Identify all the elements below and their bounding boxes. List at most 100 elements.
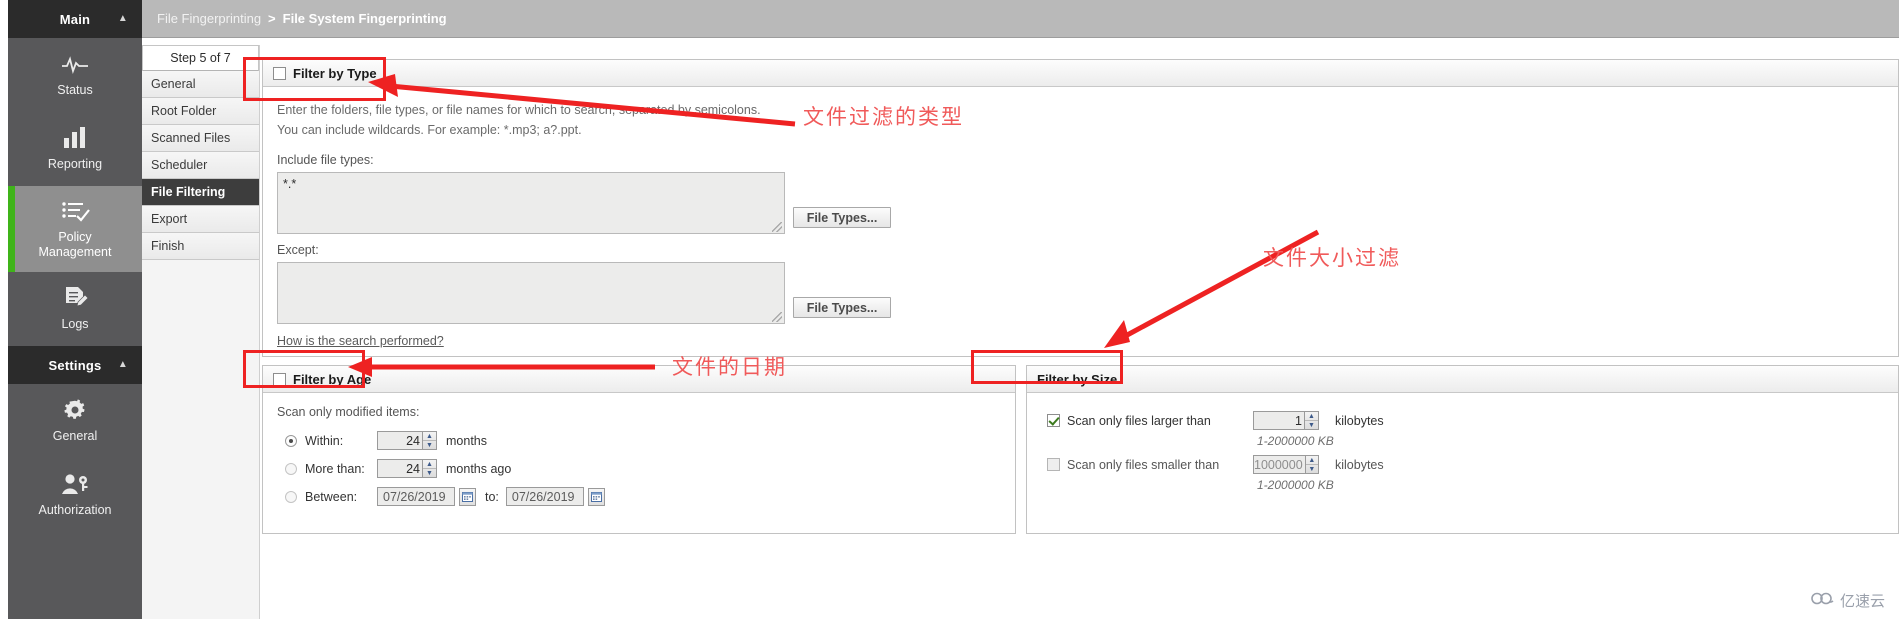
filter-by-size-title: Filter by Size <box>1037 371 1118 387</box>
sidebar-item-policy-management[interactable]: Policy Management <box>8 186 142 272</box>
calendar-icon[interactable] <box>459 487 476 506</box>
wizard-panel-area: Filter by Type Enter the folders, file t… <box>260 45 1899 619</box>
age-between-to-label: to: <box>485 489 499 504</box>
except-file-types-textarea[interactable] <box>277 262 785 324</box>
size-larger-than-unit: kilobytes <box>1335 413 1384 428</box>
resize-grip-icon[interactable] <box>772 222 782 232</box>
step-tab-export[interactable]: Export <box>142 206 259 233</box>
age-within-months-stepper[interactable]: 24 ▲ ▼ <box>377 431 437 450</box>
breadcrumb-current: File System Fingerprinting <box>282 11 447 26</box>
sidebar-group-settings-label: Settings <box>48 357 102 373</box>
age-option-more-than-label: More than: <box>305 461 365 476</box>
age-more-than-months-stepper[interactable]: 24 ▲ ▼ <box>377 459 437 478</box>
sidebar-item-logs-label: Logs <box>61 317 89 332</box>
annotation-text-filter-by-age: 文件的日期 <box>672 355 787 379</box>
stepper-arrows-icon[interactable]: ▲ ▼ <box>1304 456 1318 473</box>
step-tab-file-filtering[interactable]: File Filtering <box>142 179 259 206</box>
filter-by-type-hint-line2: You can include wildcards. For example: … <box>277 123 582 137</box>
include-file-types-textarea[interactable]: *.* <box>277 172 785 234</box>
filter-by-age-header[interactable]: Filter by Age <box>263 366 1015 393</box>
step-tab-general[interactable]: General <box>142 71 259 98</box>
filter-by-type-group: Filter by Type Enter the folders, file t… <box>262 59 1899 357</box>
cloud-icon <box>1811 591 1835 610</box>
age-between-date-to-field[interactable]: 07/26/2019 <box>505 487 584 506</box>
filter-by-size-header[interactable]: Filter by Size <box>1027 366 1898 393</box>
app-root: Main ▲ Status Reporting Policy Managemen… <box>0 0 1899 619</box>
watermark-text: 亿速云 <box>1839 592 1885 610</box>
age-between-date-from-value: 07/26/2019 <box>383 489 446 504</box>
size-smaller-than-checkbox[interactable] <box>1047 458 1060 471</box>
filter-by-type-header[interactable]: Filter by Type <box>263 60 1898 87</box>
age-option-within-radio[interactable] <box>285 434 297 447</box>
sidebar-item-reporting[interactable]: Reporting <box>8 112 142 186</box>
include-file-types-label: Include file types: <box>277 153 374 167</box>
age-option-more-than-radio[interactable] <box>285 462 297 475</box>
breadcrumb-root[interactable]: File Fingerprinting <box>157 11 261 26</box>
size-smaller-than-label: Scan only files smaller than <box>1067 457 1220 472</box>
step-tab-scanned-files[interactable]: Scanned Files <box>142 125 259 152</box>
sidebar-group-main-label: Main <box>59 11 91 27</box>
sidebar-item-status-label: Status <box>57 83 93 98</box>
age-more-than-months-value: 24 <box>406 461 420 476</box>
filter-by-type-title: Filter by Type <box>293 65 377 81</box>
filter-by-age-subtitle: Scan only modified items: <box>277 405 420 419</box>
age-option-within-label: Within: <box>305 433 344 448</box>
stepper-arrows-icon[interactable]: ▲ ▼ <box>422 460 436 477</box>
age-within-suffix: months <box>446 433 487 448</box>
size-larger-than-label: Scan only files larger than <box>1067 413 1211 428</box>
bar-chart-icon <box>61 126 89 152</box>
step-tab-root-folder[interactable]: Root Folder <box>142 98 259 125</box>
size-larger-than-row: Scan only files larger than 1 ▲ ▼ kilobyt… <box>1047 411 1384 430</box>
calendar-icon[interactable] <box>587 487 605 506</box>
size-larger-than-stepper[interactable]: 1 ▲ ▼ <box>1253 411 1319 430</box>
except-file-types-button[interactable]: File Types... <box>793 297 891 318</box>
except-file-types-label: Except: <box>277 243 319 257</box>
size-smaller-than-value: 1000000 <box>1254 457 1303 472</box>
annotation-text-filter-by-size: 文件大小过滤 <box>1263 246 1401 270</box>
age-option-between-label: Between: <box>305 489 358 504</box>
size-smaller-than-unit: kilobytes <box>1335 457 1384 472</box>
include-file-types-button[interactable]: File Types... <box>793 207 891 228</box>
step-list-filler <box>142 260 259 619</box>
filter-by-age-checkbox[interactable] <box>273 372 286 386</box>
stepper-arrows-icon[interactable]: ▲ ▼ <box>1304 412 1318 429</box>
sidebar-item-logs[interactable]: Logs <box>8 272 142 346</box>
age-option-more-than-row: More than: 24 ▲ ▼ months ago <box>285 459 511 478</box>
checklist-icon <box>60 199 90 225</box>
how-search-performed-link[interactable]: How is the search performed? <box>277 334 444 348</box>
sidebar-group-settings[interactable]: Settings ▲ <box>8 346 142 384</box>
include-file-types-value: *.* <box>283 177 297 191</box>
size-larger-than-range: 1-2000000 KB <box>1257 434 1334 448</box>
size-smaller-than-row: Scan only files smaller than 1000000 ▲ ▼ … <box>1047 455 1384 474</box>
filter-by-type-checkbox[interactable] <box>273 66 286 80</box>
sidebar-item-authorization-label: Authorization <box>38 503 112 518</box>
sidebar-group-main[interactable]: Main ▲ <box>8 0 142 38</box>
sidebar-item-general[interactable]: General <box>8 384 142 458</box>
sidebar-item-status[interactable]: Status <box>8 38 142 112</box>
age-option-between-radio[interactable] <box>285 490 297 503</box>
document-edit-icon <box>61 286 89 312</box>
wizard-step-list: Step 5 of 7 General Root Folder Scanned … <box>142 45 260 619</box>
breadcrumb: File Fingerprinting > File System Finger… <box>142 0 1899 38</box>
step-tab-scheduler[interactable]: Scheduler <box>142 152 259 179</box>
annotation-text-filter-by-type: 文件过滤的类型 <box>803 105 964 129</box>
sidebar-item-policy-management-label: Policy Management <box>38 229 112 259</box>
sidebar-item-authorization[interactable]: Authorization <box>8 458 142 532</box>
size-smaller-than-stepper[interactable]: 1000000 ▲ ▼ <box>1253 455 1319 474</box>
gear-icon <box>62 398 88 424</box>
sidebar-item-reporting-label: Reporting <box>47 157 103 172</box>
breadcrumb-separator: > <box>268 11 276 26</box>
size-larger-than-checkbox[interactable] <box>1047 414 1060 427</box>
resize-grip-icon[interactable] <box>772 312 782 322</box>
chevron-up-icon: ▲ <box>117 13 128 24</box>
wizard-container: Step 5 of 7 General Root Folder Scanned … <box>142 38 1899 619</box>
filter-by-type-hint-line1: Enter the folders, file types, or file n… <box>277 103 761 117</box>
age-between-date-from-field[interactable]: 07/26/2019 <box>377 487 455 506</box>
age-within-months-value: 24 <box>406 433 420 448</box>
filter-by-age-title: Filter by Age <box>293 371 372 387</box>
step-tab-finish[interactable]: Finish <box>142 233 259 260</box>
pulse-icon <box>60 52 90 78</box>
age-option-between-row: Between: 07/26/2019 to: 07/26/2019 <box>285 487 605 506</box>
user-key-icon <box>60 472 90 498</box>
stepper-arrows-icon[interactable]: ▲ ▼ <box>422 432 436 449</box>
